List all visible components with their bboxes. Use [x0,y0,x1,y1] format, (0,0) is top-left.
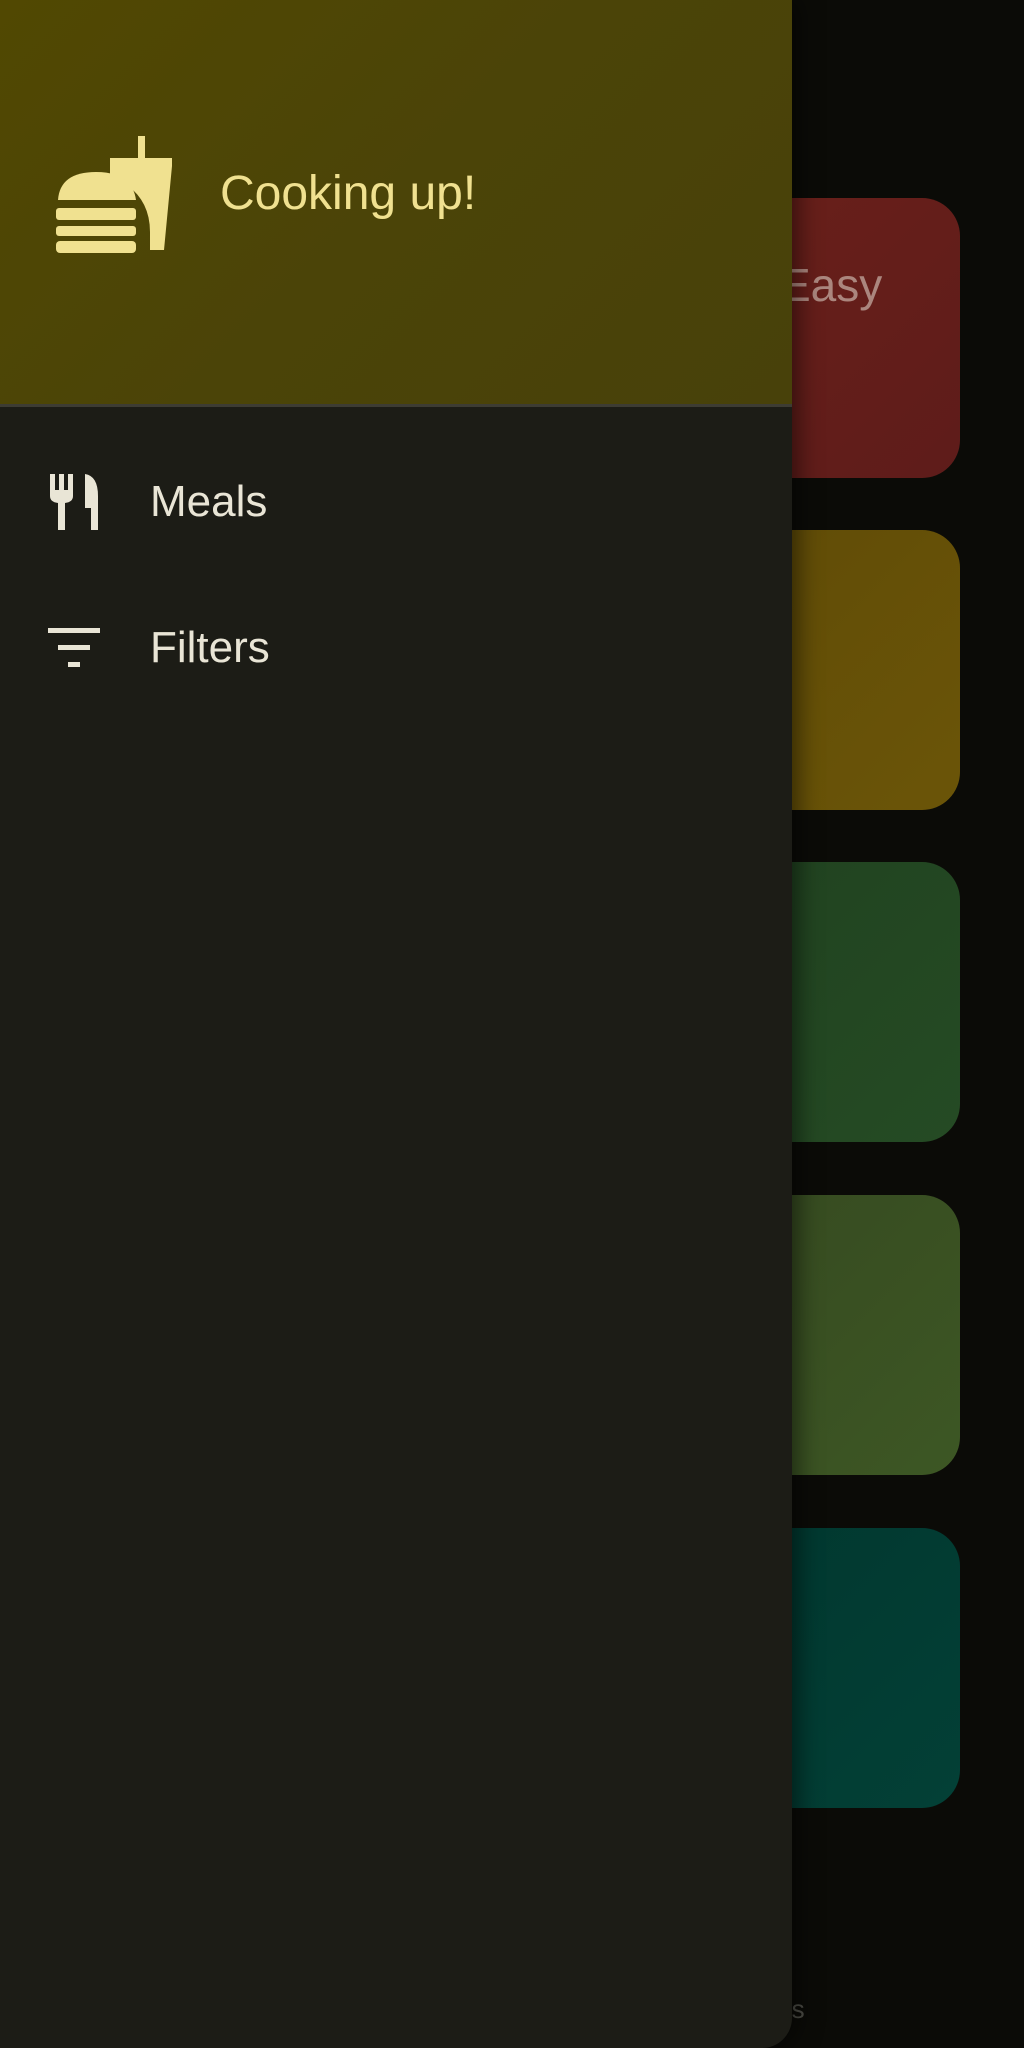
drawer-item-filters[interactable]: Filters [0,588,792,708]
drawer-title: Cooking up! [220,167,477,220]
restaurant-icon [46,474,102,530]
drawer-item-meals[interactable]: Meals [0,442,792,562]
app-screen: Easy tes [0,0,1024,2048]
category-title: Easy [780,259,883,311]
drawer-item-label: Filters [150,623,270,672]
fastfood-icon [56,136,172,254]
drawer-header: Cooking up! [0,0,792,407]
filter-list-icon [46,620,102,676]
drawer-item-label: Meals [150,477,268,526]
navigation-drawer: Cooking up! Meals Filters [0,0,792,2048]
